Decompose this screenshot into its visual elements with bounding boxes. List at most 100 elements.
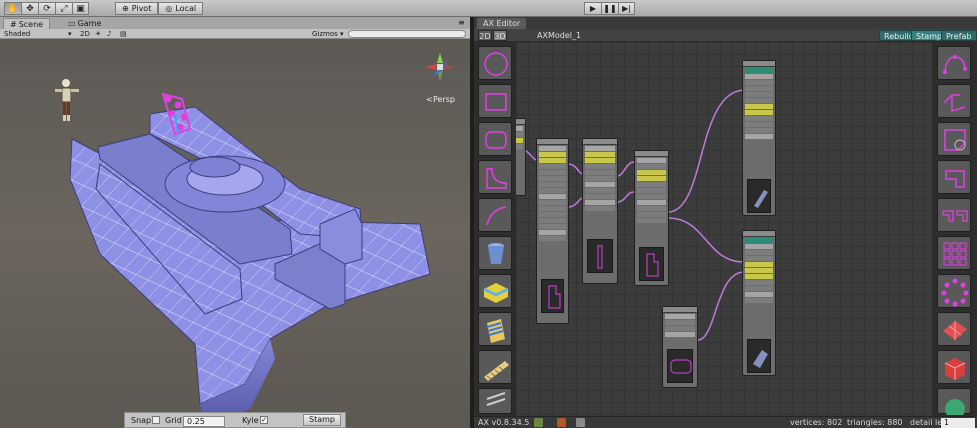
pivot-icon: ⊕ <box>122 4 129 13</box>
robot-character <box>55 79 79 121</box>
orientation-gizmo <box>426 53 454 81</box>
shape-node-3[interactable] <box>634 150 669 286</box>
grid-label: Grid <box>165 416 182 425</box>
ax-scene-toolbar: Snap Grid 0.25 Kyle ✓ Stamp <box>124 412 346 428</box>
library-icon[interactable] <box>534 418 543 427</box>
triangles-count: triangles: 880 <box>847 418 903 427</box>
snap-checkbox[interactable] <box>152 416 160 424</box>
shape-node-1[interactable] <box>536 138 569 324</box>
cylinder-mesh-icon[interactable] <box>478 236 512 270</box>
rotate-tool-icon[interactable]: ⟳ <box>38 2 55 15</box>
rounded-rect-node[interactable] <box>662 306 698 388</box>
fillet-shape-icon[interactable] <box>478 160 512 194</box>
node-graph-canvas[interactable] <box>516 42 932 416</box>
rect-tool-icon[interactable]: ▣ <box>72 2 89 15</box>
mode-3d-button[interactable]: 3D <box>493 30 507 41</box>
main-toolbar: ✋ ✥ ⟳ ⤢ ▣ ⊕ Pivot ◎ Local ▶ ❚❚ ▶| <box>0 0 977 17</box>
step-icon[interactable]: ▶| <box>618 2 635 15</box>
space-toggle[interactable]: ◎ Local <box>158 2 204 15</box>
pivot-group: ⊕ Pivot ◎ Local <box>115 2 204 15</box>
gizmos-dropdown[interactable]: Gizmos <box>312 29 338 39</box>
scale-tool-icon[interactable]: ⤢ <box>55 2 72 15</box>
ax-tab-bar: AX Editor <box>474 17 977 29</box>
play-icon[interactable]: ▶ <box>584 2 601 15</box>
node-preview-thumbnail <box>639 247 664 281</box>
grid-repeater-icon[interactable] <box>937 236 971 270</box>
tab-game-label: Game <box>77 19 102 28</box>
scene-viewport[interactable]: < Persp <box>0 39 470 428</box>
space-label: Local <box>175 4 197 13</box>
tab-scene[interactable]: # Scene <box>3 18 51 29</box>
scene-render: < <box>55 53 454 424</box>
rectangle-shape-icon[interactable] <box>478 84 512 118</box>
pause-icon[interactable]: ❚❚ <box>601 2 618 15</box>
scene-search-input[interactable] <box>348 30 466 38</box>
node-preview-thumbnail <box>747 339 771 373</box>
palette-icon[interactable] <box>557 418 566 427</box>
mode-2d-toggle[interactable]: 2D <box>80 29 90 39</box>
stack-mesh-icon[interactable] <box>478 312 512 346</box>
transform-tools: ✋ ✥ ⟳ ⤢ ▣ <box>4 2 89 15</box>
scene-tab-bar: # Scene ▭ Game ≡ <box>0 17 470 29</box>
plane-mesh-icon[interactable] <box>937 312 971 346</box>
mode-2d-button[interactable]: 2D <box>478 30 492 41</box>
cube-mesh-icon[interactable] <box>937 350 971 384</box>
prefab-button[interactable]: Prefab <box>941 30 977 41</box>
node-connections <box>516 89 745 341</box>
radial-repeater-icon[interactable] <box>937 274 971 308</box>
pivot-label: Pivot <box>131 4 152 13</box>
chevron-down-icon: ▾ <box>68 30 72 38</box>
lighting-icon[interactable]: ☀ <box>95 29 101 39</box>
hand-tool-icon[interactable]: ✋ <box>4 2 21 15</box>
shape-node-2[interactable] <box>582 138 618 284</box>
tab-game[interactable]: ▭ Game <box>62 18 107 29</box>
spline-shape-icon[interactable] <box>937 46 971 80</box>
scene-tab-icon: # <box>10 19 17 29</box>
pivot-toggle[interactable]: ⊕ Pivot <box>115 2 159 15</box>
tab-ax-editor[interactable]: AX Editor <box>477 18 527 29</box>
sphere-mesh-icon[interactable] <box>937 388 971 419</box>
graph-layout-icon[interactable] <box>576 418 585 427</box>
node-preview-thumbnail <box>667 349 693 383</box>
vertices-count: vertices: 802 <box>790 418 843 427</box>
snap-label: Snap <box>131 416 152 425</box>
shape-palette-left <box>474 42 516 416</box>
tab-scene-label: Scene <box>18 19 44 29</box>
node-partial[interactable] <box>516 118 526 196</box>
l-shape-icon[interactable] <box>937 160 971 194</box>
detail-level-input[interactable]: 1 <box>941 418 975 428</box>
stamp-button[interactable]: Stamp <box>303 414 341 426</box>
panel-menu-icon[interactable]: ≡ <box>458 18 465 27</box>
move-tool-icon[interactable]: ✥ <box>21 2 38 15</box>
node-preview-thumbnail <box>541 279 564 313</box>
arc-shape-icon[interactable] <box>478 198 512 232</box>
corner-shape-icon[interactable] <box>937 122 971 156</box>
box-mesh-icon[interactable] <box>478 274 512 308</box>
effects-icon[interactable]: ▤ <box>120 29 127 39</box>
node-preview-thumbnail <box>587 239 613 273</box>
rounded-rect-shape-icon[interactable] <box>478 122 512 156</box>
stairs-mesh-icon[interactable] <box>478 350 512 384</box>
chevron-down-icon: ▾ <box>340 30 344 38</box>
extrude-node-2[interactable] <box>742 230 776 376</box>
shape-palette-right <box>932 42 977 419</box>
playback-controls: ▶ ❚❚ ▶| <box>584 2 635 15</box>
shading-dropdown[interactable]: Shaded <box>4 29 30 39</box>
audio-icon[interactable]: ♪ <box>107 29 111 39</box>
branch-shape-icon[interactable] <box>937 84 971 118</box>
kyle-checkbox[interactable]: ✓ <box>260 416 268 424</box>
ax-header: 2D 3D AXModel_1 Rebuild Stamp Prefab <box>474 29 977 42</box>
game-tab-icon: ▭ <box>68 19 76 28</box>
kyle-label: Kyle <box>242 416 259 425</box>
double-l-shape-icon[interactable] <box>937 198 971 232</box>
persp-label: < <box>426 95 433 104</box>
persp-label[interactable]: Persp <box>433 95 455 104</box>
ax-status-bar: AX v0.8.34.5 vertices: 802 triangles: 88… <box>474 416 977 428</box>
model-name: AXModel_1 <box>537 31 582 40</box>
extrude-node-1[interactable] <box>742 60 776 216</box>
circle-shape-icon[interactable] <box>478 46 512 80</box>
version-label: AX v0.8.34.5 <box>478 418 530 427</box>
grid-size-input[interactable]: 0.25 <box>183 416 225 427</box>
node-preview-thumbnail <box>747 179 771 213</box>
rail-mesh-icon[interactable] <box>478 388 512 414</box>
